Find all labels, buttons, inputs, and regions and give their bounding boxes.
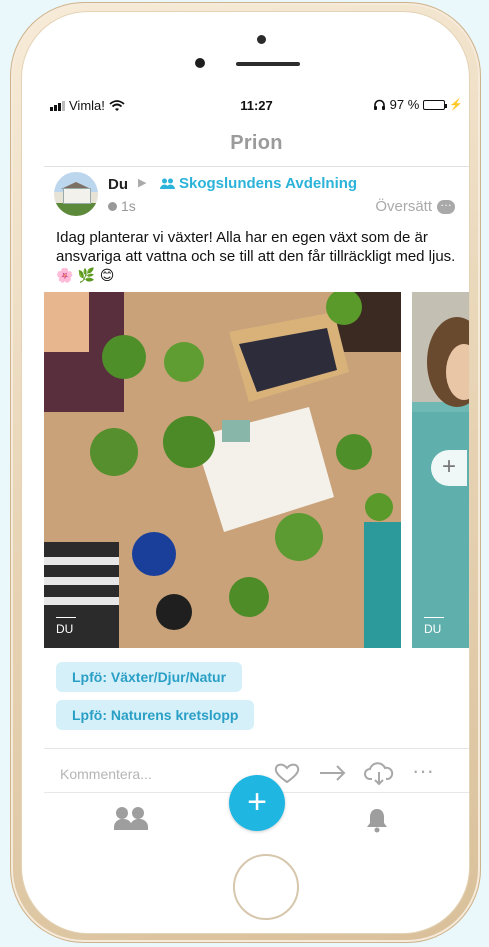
tab-bar: + [44, 775, 469, 847]
page-title: Prion [230, 132, 283, 154]
plus-icon: + [247, 783, 267, 821]
battery-percent: 97 % [389, 97, 420, 112]
photo-gallery[interactable]: DU DU [44, 292, 469, 648]
photo-tag: DU [424, 617, 445, 636]
battery-icon [423, 99, 448, 110]
avatar[interactable] [54, 172, 98, 216]
comment-input[interactable]: Kommentera... [60, 766, 152, 782]
group-icon [160, 178, 175, 189]
photo-tag: DU [56, 617, 77, 636]
home-button[interactable] [233, 854, 299, 920]
author-name[interactable]: Du [108, 176, 128, 193]
post-body: Idag planterar vi växter! Alla har en eg… [56, 228, 461, 286]
divider [44, 748, 469, 749]
post-header: Du ▶ Skogslundens Avdelning 1s Översätt [44, 170, 469, 220]
cloud-download-icon[interactable] [364, 762, 394, 786]
speech-bubble-icon [437, 195, 455, 214]
curriculum-tag[interactable]: Lpfö: Växter/Djur/Natur [56, 662, 243, 692]
nav-bar: Prion [44, 120, 469, 167]
headphones-icon [373, 99, 385, 110]
ellipsis-icon[interactable]: ··· [412, 758, 434, 784]
bell-icon[interactable] [366, 807, 388, 833]
plants-table-photo [44, 292, 401, 648]
curriculum-tag[interactable]: Lpfö: Naturens kretslopp [56, 700, 255, 730]
plus-icon: + [441, 453, 456, 480]
tag-list: Lpfö: Växter/Djur/Natur Lpfö: Naturens k… [56, 662, 255, 738]
front-camera [257, 35, 266, 44]
triangle-right-icon: ▶ [138, 177, 147, 189]
post-time: 1s [108, 198, 136, 214]
heart-icon[interactable] [274, 762, 300, 784]
group-name: Skogslundens Avdelning [179, 175, 358, 192]
arrow-right-icon[interactable] [318, 762, 348, 784]
post-age: 1s [121, 198, 136, 214]
clock-icon [108, 201, 117, 211]
earpiece-speaker [236, 62, 300, 66]
post-emojis: 🌸 🌿 😊 [56, 268, 115, 284]
add-post-button[interactable]: + [229, 775, 285, 831]
status-right: 97 % ⚡ [373, 97, 463, 112]
status-bar: Vimla! 11:27 97 % ⚡ [44, 92, 469, 118]
charging-icon: ⚡ [449, 99, 463, 111]
post-text: Idag planterar vi växter! Alla har en eg… [56, 229, 456, 265]
post-photo[interactable]: DU [44, 292, 401, 648]
friends-icon[interactable] [114, 807, 150, 831]
add-photo-button[interactable]: + [431, 450, 467, 486]
group-link[interactable]: Skogslundens Avdelning [160, 175, 357, 192]
translate-button[interactable]: Översätt [375, 195, 455, 215]
proximity-sensor [195, 58, 205, 68]
app-screen: Vimla! 11:27 97 % ⚡ Prion Du ▶ Skogslund… [44, 92, 469, 847]
translate-label: Översätt [375, 198, 432, 215]
